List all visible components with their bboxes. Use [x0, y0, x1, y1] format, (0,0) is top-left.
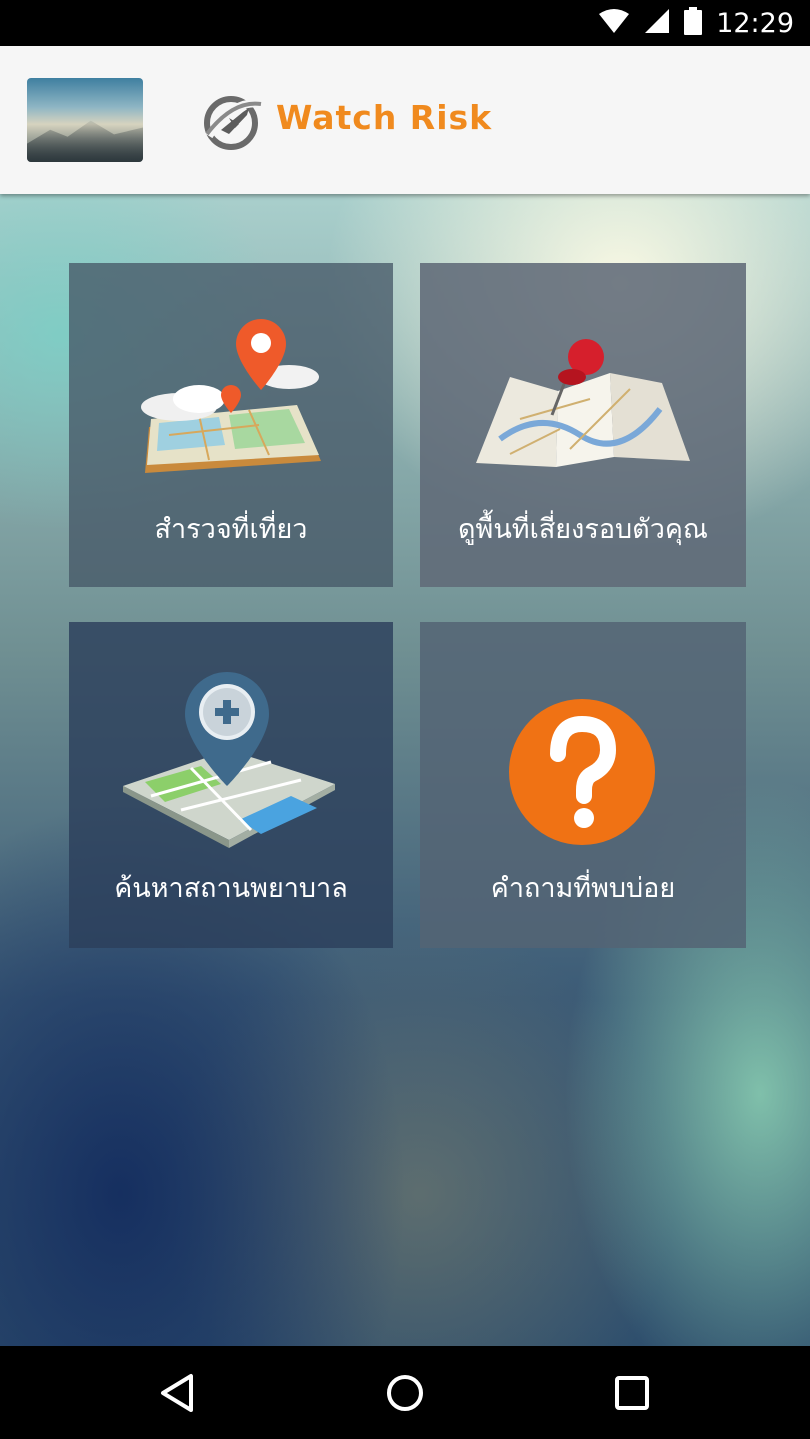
mountain-fog-image[interactable] [27, 78, 143, 162]
status-time: 12:29 [716, 7, 794, 39]
tile-find-hospital[interactable]: ค้นหาสถานพยาบาล [69, 622, 393, 948]
navigation-bar [0, 1346, 810, 1439]
folded-map-pushpin-icon [470, 339, 696, 469]
tile-explore-places[interactable]: สำรวจที่เที่ยว [69, 263, 393, 587]
map-medical-pin-icon [121, 670, 337, 850]
map-pins-clouds-icon [139, 315, 329, 479]
tile-label: ดูพื้นที่เสี่ยงรอบตัวคุณ [458, 514, 708, 545]
home-icon[interactable] [380, 1368, 430, 1418]
tile-label: สำรวจที่เที่ยว [154, 514, 308, 545]
tile-risk-areas[interactable]: ดูพื้นที่เสี่ยงรอบตัวคุณ [420, 263, 746, 587]
tile-label: คำถามที่พบบ่อย [490, 873, 676, 904]
cellular-signal-icon [644, 8, 670, 38]
battery-icon [684, 7, 703, 39]
tile-faq[interactable]: คำถามที่พบบ่อย [420, 622, 746, 948]
wifi-icon [598, 8, 630, 38]
app-title: Watch Risk [276, 98, 493, 137]
recents-icon[interactable] [607, 1368, 657, 1418]
tile-label: ค้นหาสถานพยาบาล [114, 873, 348, 904]
plane-globe-logo-icon [199, 90, 267, 152]
back-icon[interactable] [153, 1368, 203, 1418]
app-bar: Watch Risk [0, 46, 810, 194]
question-mark-icon [508, 698, 656, 846]
status-bar: 12:29 [0, 0, 810, 46]
